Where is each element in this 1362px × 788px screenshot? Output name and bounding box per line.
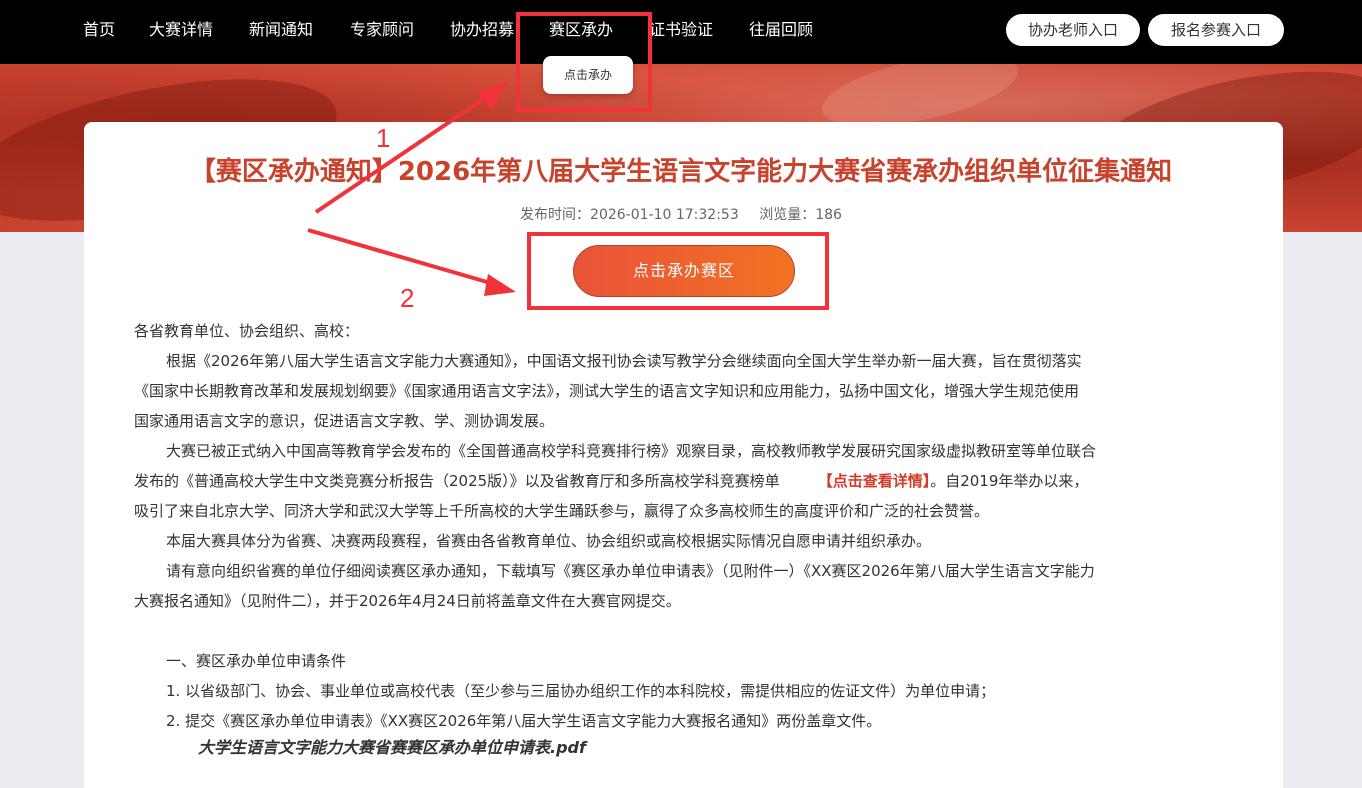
view-count: 浏览量：186 xyxy=(759,207,842,223)
salutation: 各省教育单位、协会组织、高校： xyxy=(134,322,360,340)
paragraph-text: 。自2019年举办以来， xyxy=(930,472,1089,490)
paragraph-line: 大赛已被正式纳入中国高等教育学会发布的《全国普通高校学科竞赛排行榜》观察目录，高… xyxy=(166,442,1097,460)
annotation-number-1: 1 xyxy=(376,123,391,153)
top-navbar: 首页 大赛详情 新闻通知 专家顾问 协办招募 赛区承办 证书验证 往届回顾 协办… xyxy=(0,0,1362,64)
section-heading: 一、赛区承办单位申请条件 xyxy=(166,652,347,670)
nav-co-organizer[interactable]: 协办招募 xyxy=(450,19,514,41)
paragraph-line: 《国家中长期教育改革和发展规划纲要》《国家通用语言文字法》，测试大学生的语言文字… xyxy=(134,382,1080,400)
article-body: 各省教育单位、协会组织、高校： 根据《2026年第八届大学生语言文字能力大赛通知… xyxy=(134,316,1244,736)
list-item: 2. 提交《赛区承办单位申请表》《XX赛区2026年第八届大学生语言文字能力大赛… xyxy=(166,712,882,730)
paragraph-line: 本届大赛具体分为省赛、决赛两段赛程，省赛由各省教育单位、协会组织或高校根据实际情… xyxy=(166,532,932,550)
view-details-link[interactable]: 【点击查看详情】 xyxy=(818,472,931,490)
annotation-box-2 xyxy=(527,232,829,310)
annotation-box-1 xyxy=(516,12,652,112)
nav-experts[interactable]: 专家顾问 xyxy=(350,19,414,41)
nav-past-review[interactable]: 往届回顾 xyxy=(749,19,813,41)
paragraph-line: 大赛报名通知》（见附件二），并于2026年4月24日前将盖章文件在大赛官网提交。 xyxy=(134,592,681,610)
nav-contest-details[interactable]: 大赛详情 xyxy=(149,19,213,41)
attachment-pdf-link[interactable]: 大学生语言文字能力大赛省赛赛区承办单位申请表.pdf xyxy=(198,734,586,762)
register-entry-button[interactable]: 报名参赛入口 xyxy=(1148,14,1284,46)
article-meta: 发布时间：2026-01-10 17:32:53 浏览量：186 xyxy=(0,206,1362,224)
paragraph-line: 发布的《普通高校大学生中文类竞赛分析报告（2025版）》以及省教育厅和多所高校学… xyxy=(134,466,1244,496)
paragraph-line: 吸引了来自北京大学、同济大学和武汉大学等上千所高校的大学生踊跃参与，赢得了众多高… xyxy=(134,502,990,520)
article-title: 【赛区承办通知】2026年第八届大学生语言文字能力大赛省赛承办组织单位征集通知 xyxy=(189,157,1173,187)
nav-home[interactable]: 首页 xyxy=(83,19,115,41)
paragraph-line: 根据《2026年第八届大学生语言文字能力大赛通知》，中国语文报刊协会读写教学分会… xyxy=(166,352,1082,370)
publish-time: 发布时间：2026-01-10 17:32:53 xyxy=(520,207,739,223)
list-item: 1. 以省级部门、协会、事业单位或高校代表（至少参与三届协办组织工作的本科院校，… xyxy=(166,682,996,700)
paragraph-text: 发布的《普通高校大学生中文类竞赛分析报告（2025版）》以及省教育厅和多所高校学… xyxy=(134,472,780,490)
nav-certificate[interactable]: 证书验证 xyxy=(649,19,713,41)
paragraph-line: 国家通用语言文字的意识，促进语言文字教、学、测协调发展。 xyxy=(134,412,555,430)
annotation-number-2: 2 xyxy=(400,283,415,313)
nav-news[interactable]: 新闻通知 xyxy=(249,19,313,41)
teacher-entry-button[interactable]: 协办老师入口 xyxy=(1006,14,1140,46)
paragraph-line: 请有意向组织省赛的单位仔细阅读赛区承办通知，下载填写《赛区承办单位申请表》（见附… xyxy=(166,562,1095,580)
